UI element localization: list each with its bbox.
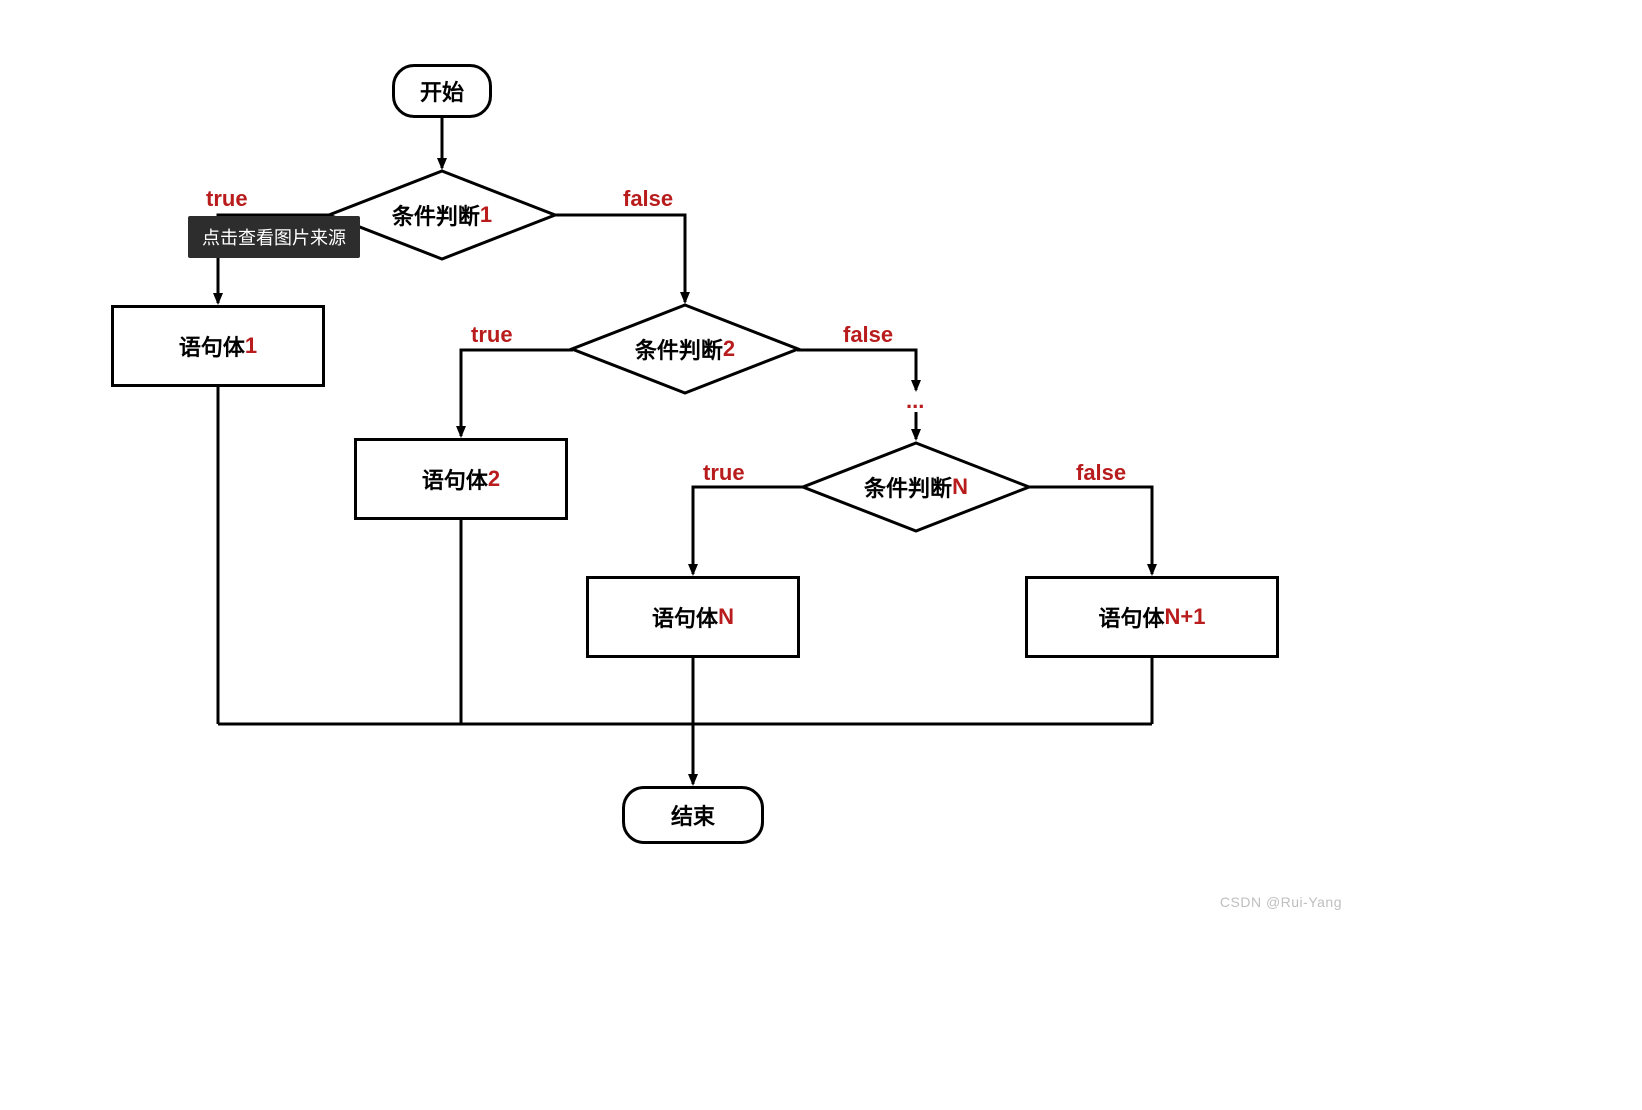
tooltip-text: 点击查看图片来源 xyxy=(202,228,346,248)
condN-prefix: 条件判断 xyxy=(864,471,952,503)
condN-label: 条件判断N xyxy=(800,440,1032,534)
cond2-num: 2 xyxy=(723,336,735,362)
condN-false-label: false xyxy=(1076,460,1126,486)
stmt2-num: 2 xyxy=(488,466,500,492)
cond2-prefix: 条件判断 xyxy=(635,333,723,365)
cond1-label: 条件判断 1 xyxy=(326,168,558,262)
decision-cond2: 条件判断2 xyxy=(569,302,801,396)
cond1-num: 1 xyxy=(480,202,492,228)
condN-num: N xyxy=(952,474,968,500)
decision-cond1: 条件判断 1 xyxy=(326,168,558,262)
condN-true-label: true xyxy=(703,460,745,486)
ellipsis: ... xyxy=(906,388,924,414)
end-node: 结束 xyxy=(622,786,764,844)
cond2-label: 条件判断2 xyxy=(569,302,801,396)
cond1-prefix: 条件判断 xyxy=(392,199,480,231)
end-label: 结束 xyxy=(671,799,715,831)
cond1-true-label: true xyxy=(206,186,248,212)
stmtN-num: N xyxy=(718,604,734,630)
stmt1-prefix: 语句体 xyxy=(179,330,245,362)
stmt1-num: 1 xyxy=(245,333,257,359)
watermark: CSDN @Rui-Yang xyxy=(1220,894,1342,910)
process-stmtN1: 语句体 N+1 xyxy=(1025,576,1279,658)
cond1-false-label: false xyxy=(623,186,673,212)
cond2-false-label: false xyxy=(843,322,893,348)
start-node: 开始 xyxy=(392,64,492,118)
process-stmt1: 语句体 1 xyxy=(111,305,325,387)
start-label: 开始 xyxy=(420,75,464,107)
cond2-true-label: true xyxy=(471,322,513,348)
connector-layer xyxy=(0,0,1642,1110)
decision-condN: 条件判断N xyxy=(800,440,1032,534)
image-source-tooltip[interactable]: 点击查看图片来源 xyxy=(188,216,360,258)
stmtN-prefix: 语句体 xyxy=(652,601,718,633)
process-stmt2: 语句体 2 xyxy=(354,438,568,520)
flowchart-canvas: 开始 条件判断 1 true false 语句体 1 条件判断2 true fa… xyxy=(0,0,1642,1110)
stmt2-prefix: 语句体 xyxy=(422,463,488,495)
stmtN1-num: N+1 xyxy=(1165,604,1206,630)
process-stmtN: 语句体 N xyxy=(586,576,800,658)
stmtN1-prefix: 语句体 xyxy=(1099,601,1165,633)
